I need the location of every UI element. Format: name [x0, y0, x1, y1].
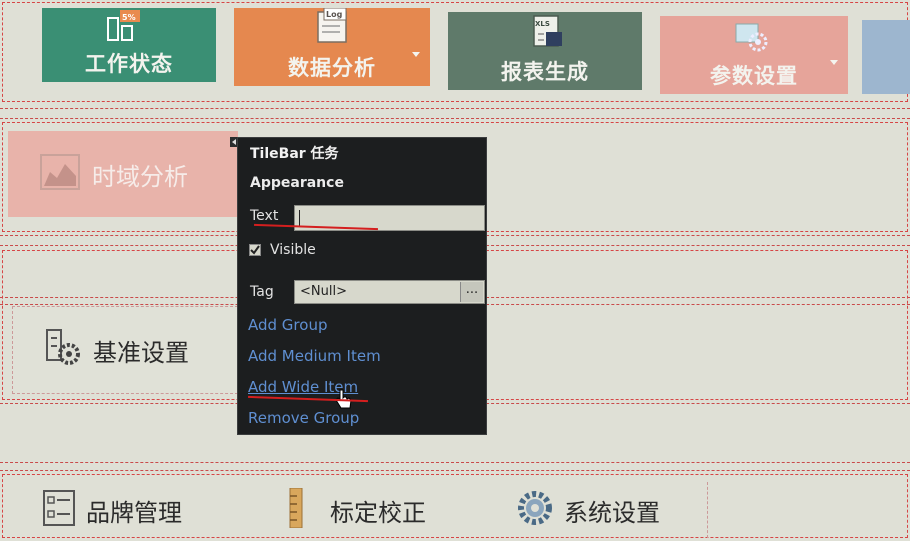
tilebar-task-panel: TileBar 任务 Appearance Text Visible Tag <…	[237, 137, 487, 435]
checklist-icon	[42, 489, 76, 531]
divider	[0, 118, 910, 119]
panel-title: TileBar 任务	[250, 146, 339, 162]
settings-gear-icon	[734, 20, 774, 56]
tile-calibration[interactable]: 标定校正	[250, 482, 470, 538]
tile-label: 参数设置	[710, 64, 798, 88]
text-label: Text	[250, 208, 279, 224]
tile-parameter-settings[interactable]: 参数设置	[660, 16, 848, 94]
chevron-down-icon[interactable]	[830, 60, 838, 65]
gear-settings-icon	[45, 328, 83, 372]
tag-value: <Null>	[300, 284, 347, 299]
xls-report-icon: XLS	[530, 14, 564, 50]
visible-label: Visible	[270, 242, 316, 258]
log-badge-text: Log	[326, 10, 343, 19]
tile-label: 报表生成	[501, 60, 589, 84]
tile-label: 基准设置	[93, 338, 189, 367]
tile-work-status[interactable]: 5% 工作状态	[42, 8, 216, 82]
area-chart-icon	[40, 154, 80, 194]
divider	[0, 470, 910, 471]
tag-browse-button[interactable]: ...	[460, 282, 483, 302]
tile-baseline-settings[interactable]: 基准设置	[12, 306, 238, 394]
tag-input[interactable]: <Null> ...	[294, 280, 485, 304]
add-medium-item-link[interactable]: Add Medium Item	[248, 347, 381, 365]
log-file-icon: Log	[314, 7, 350, 44]
xls-badge-text: XLS	[535, 20, 550, 28]
divider	[0, 462, 910, 463]
tile-label: 工作状态	[85, 52, 173, 76]
tile-time-domain-analysis[interactable]: 时域分析	[8, 131, 238, 217]
section-appearance: Appearance	[250, 175, 344, 191]
tag-label: Tag	[250, 284, 274, 300]
tile-report-generation[interactable]: XLS 报表生成	[448, 12, 642, 90]
tile-label: 数据分析	[288, 56, 376, 80]
tile-partial[interactable]	[862, 20, 910, 94]
add-group-link[interactable]: Add Group	[248, 316, 327, 334]
hand-cursor-icon	[334, 388, 354, 416]
tile-brand-management[interactable]: 品牌管理	[12, 482, 238, 538]
text-caret	[299, 210, 300, 226]
tile-label: 系统设置	[564, 498, 660, 527]
visible-checkbox[interactable]	[249, 244, 261, 256]
tile-data-analysis[interactable]: Log 数据分析	[234, 7, 430, 86]
gear-icon	[516, 489, 554, 531]
battery-badge-text: 5%	[122, 13, 136, 22]
divider	[0, 108, 910, 109]
tile-label: 时域分析	[92, 162, 188, 191]
battery-gauge-icon: 5%	[106, 10, 140, 42]
tile-system-settings[interactable]: 系统设置	[490, 482, 708, 538]
chevron-down-icon[interactable]	[412, 52, 420, 57]
tile-label: 标定校正	[330, 498, 426, 527]
ruler-icon	[288, 487, 304, 532]
tile-label: 品牌管理	[86, 498, 182, 527]
checkmark-icon	[250, 245, 260, 255]
